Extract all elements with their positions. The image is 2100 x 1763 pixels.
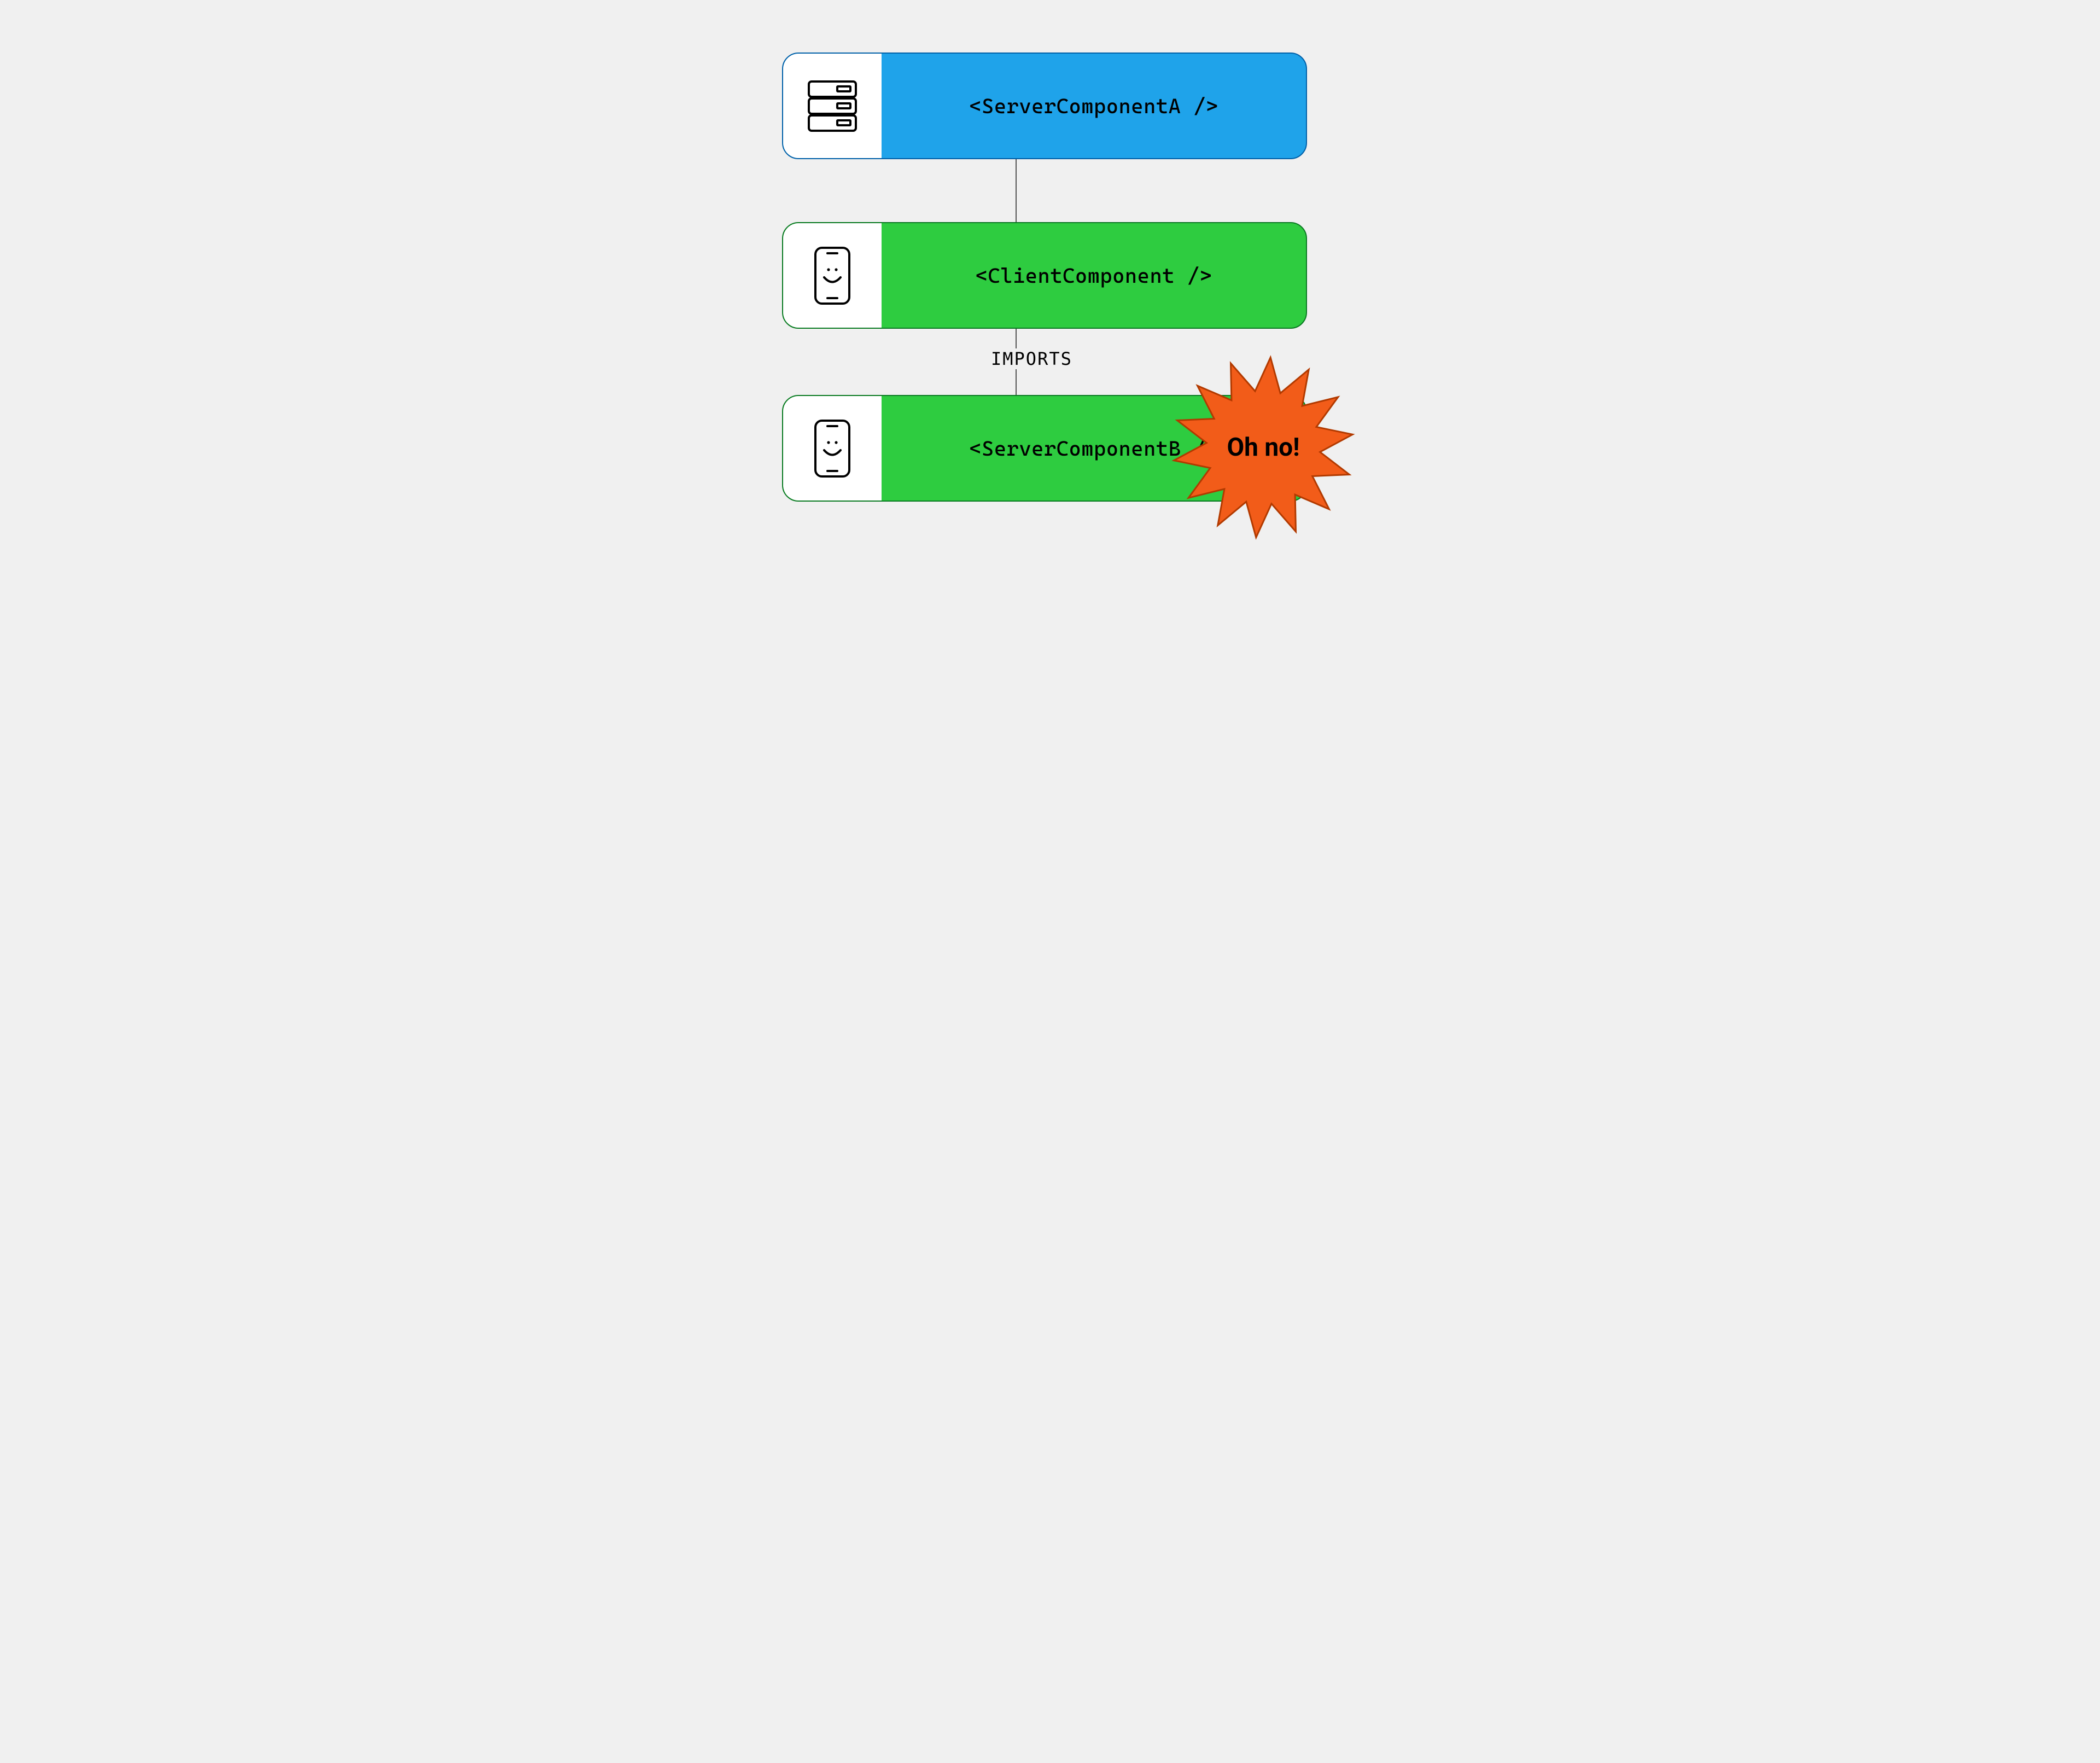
diagram-canvas: IMPORTS <ServerComponentA /> <box>722 0 1378 551</box>
server-icon-slot <box>783 54 882 158</box>
imports-label: IMPORTS <box>983 348 1080 369</box>
phone-smile-icon <box>813 246 851 306</box>
phone-icon-slot <box>783 396 882 501</box>
connector-line <box>1016 159 1017 223</box>
node-server-a: <ServerComponentA /> <box>782 53 1307 159</box>
starburst-label: Oh no! <box>1170 354 1356 540</box>
phone-icon-slot <box>783 223 882 328</box>
starburst: Oh no! <box>1170 354 1356 540</box>
node-label: <ServerComponentA /> <box>882 54 1306 158</box>
node-label: <ClientComponent /> <box>882 223 1306 328</box>
node-client: <ClientComponent /> <box>782 222 1307 329</box>
server-icon <box>808 80 857 132</box>
phone-smile-icon <box>813 418 851 479</box>
